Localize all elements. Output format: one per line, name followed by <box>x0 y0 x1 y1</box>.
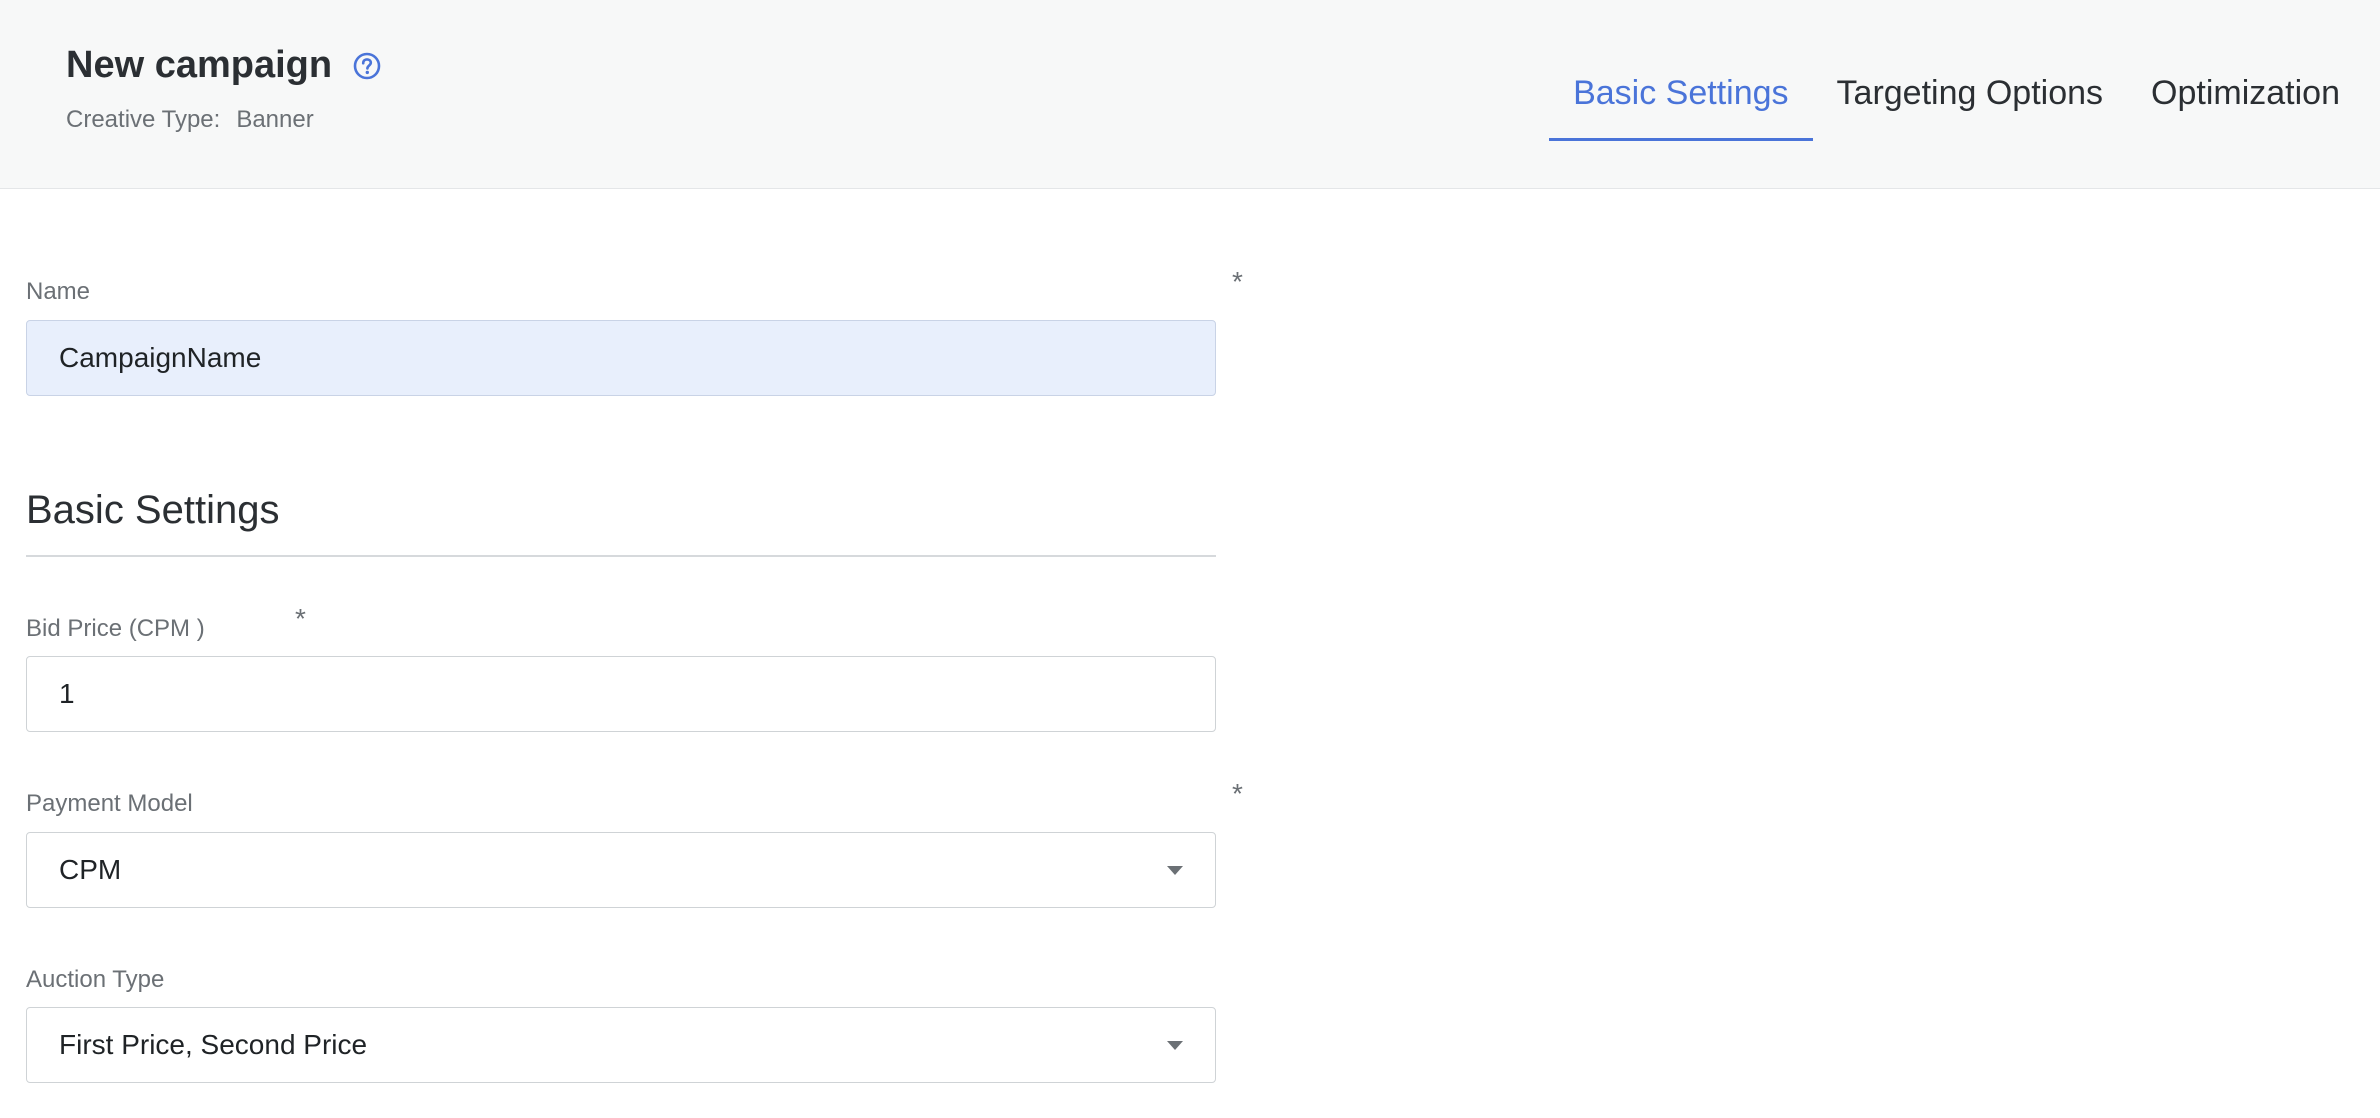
bid-price-required-mark: * <box>295 603 306 634</box>
creative-type-label: Creative Type: <box>66 106 221 133</box>
creative-type-value: Banner <box>236 106 314 133</box>
section-title-basic-settings: Basic Settings <box>26 488 280 532</box>
name-required-mark: * <box>1232 266 1243 297</box>
help-circle-icon[interactable] <box>352 51 382 81</box>
tab-targeting-options[interactable]: Targeting Options <box>1813 66 2128 138</box>
chevron-down-icon <box>1167 1040 1183 1050</box>
section-divider <box>26 555 1216 557</box>
tab-bar: Basic Settings Targeting Options Optimiz… <box>1549 66 2380 141</box>
bid-price-input[interactable]: 1 <box>26 656 1216 732</box>
name-label: Name <box>26 278 91 305</box>
creative-type: Creative Type: Banner <box>66 106 314 134</box>
page-title: New campaign <box>66 44 333 86</box>
payment-model-label: Payment Model <box>26 790 193 817</box>
name-input[interactable]: CampaignName <box>26 320 1216 396</box>
auction-type-value: First Price, Second Price <box>59 1029 368 1060</box>
bid-price-label: Bid Price (CPM ) <box>26 615 205 642</box>
name-input-value: CampaignName <box>59 342 262 373</box>
payment-model-select[interactable]: CPM <box>26 832 1216 908</box>
tab-basic-settings[interactable]: Basic Settings <box>1549 66 1813 141</box>
bid-price-value: 1 <box>59 678 75 709</box>
payment-model-value: CPM <box>59 854 122 885</box>
title-row: New campaign <box>66 44 382 87</box>
chevron-down-icon <box>1167 865 1183 875</box>
page-header: New campaign Creative Type: Banner Basic… <box>0 0 2380 189</box>
auction-type-label: Auction Type <box>26 966 165 993</box>
payment-model-required-mark: * <box>1232 778 1243 809</box>
tab-optimization[interactable]: Optimization <box>2127 66 2380 138</box>
auction-type-select[interactable]: First Price, Second Price <box>26 1007 1216 1083</box>
